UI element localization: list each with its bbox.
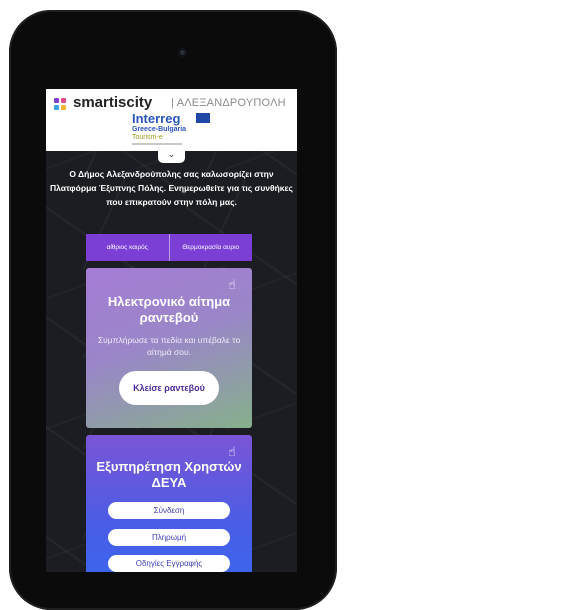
city-name: | ΑΛΕΞΑΝΔΡΟΥΠΟΛΗ bbox=[171, 97, 286, 109]
brand-name: smartiscity bbox=[73, 94, 153, 111]
deya-card: ☝ Εξυπηρέτηση Χρηστών ΔΕΥΑ Σύνδεση Πληρω… bbox=[86, 435, 252, 572]
registration-instructions-button[interactable]: Οδηγίες Εγγραφής bbox=[108, 555, 230, 572]
book-appointment-button[interactable]: Κλείσε ραντεβού bbox=[119, 371, 219, 405]
welcome-text: Ο Δήμος Αλεξανδρούπολης σας καλωσορίζει … bbox=[50, 169, 293, 207]
screen: smartiscity | ΑΛΕΞΑΝΔΡΟΥΠΟΛΗ Interreg Gr… bbox=[46, 89, 297, 572]
header: smartiscity | ΑΛΕΞΑΝΔΡΟΥΠΟΛΗ Interreg Gr… bbox=[46, 89, 297, 151]
payment-button[interactable]: Πληρωμή bbox=[108, 529, 230, 546]
logo-icon bbox=[54, 98, 66, 110]
divider bbox=[132, 143, 182, 145]
program-logo: Interreg bbox=[132, 111, 181, 126]
appointment-card: ☝ Ηλεκτρονικό αίτημα ραντεβού Συμπλήρωσε… bbox=[86, 268, 252, 428]
camera-icon bbox=[178, 48, 187, 57]
appointment-text: Συμπλήρωσε τα πεδία και υπέβαλε το αίτημ… bbox=[97, 335, 241, 357]
program-sub: Greece-Bulgaria bbox=[132, 126, 187, 133]
weather-bar: αίθριος καιρός Θερμοκρασία αυριο bbox=[86, 234, 252, 261]
appointment-title: Ηλεκτρονικό αίτημα ραντεβού bbox=[107, 294, 231, 325]
chevron-down-icon[interactable]: ⌄ bbox=[158, 150, 185, 163]
eu-flag-icon bbox=[196, 113, 210, 123]
pointer-hand-icon: ☝ bbox=[228, 278, 236, 293]
project-name: Tourism-e bbox=[132, 134, 163, 141]
deya-title: Εξυπηρέτηση Χρηστών ΔΕΥΑ bbox=[96, 459, 242, 490]
tomorrow-temperature: Θερμοκρασία αυριο bbox=[168, 234, 253, 261]
weather-condition: αίθριος καιρός bbox=[106, 244, 148, 251]
login-button[interactable]: Σύνδεση bbox=[108, 502, 230, 519]
